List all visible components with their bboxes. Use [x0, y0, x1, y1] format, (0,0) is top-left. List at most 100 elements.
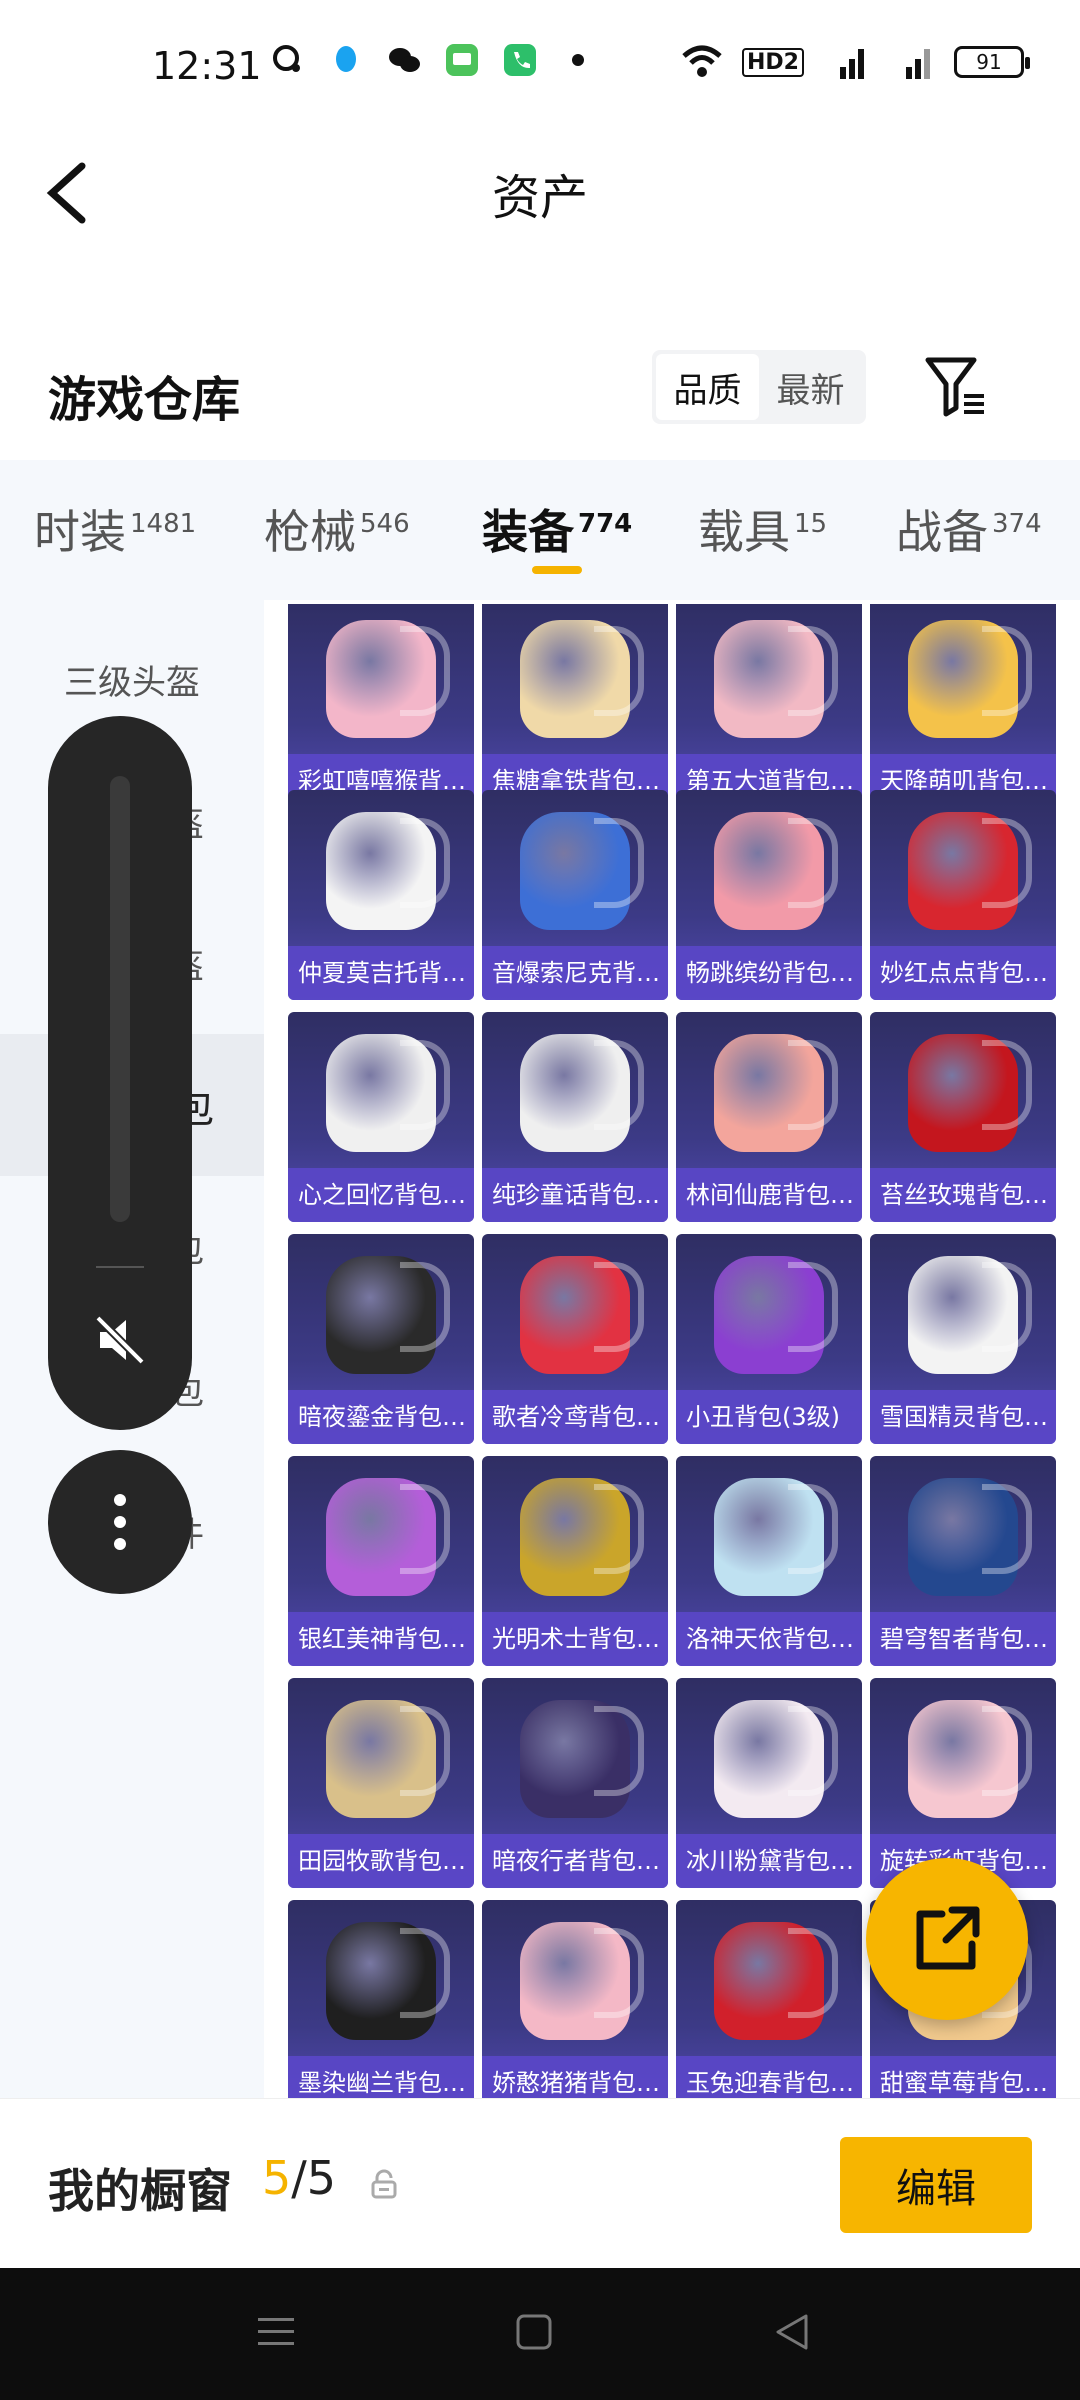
- backpack-item[interactable]: 音爆索尼克背…: [482, 790, 668, 1000]
- item-name: 纯珍童话背包…: [482, 1168, 668, 1222]
- category-tabs: 时装 1481 枪械 546 装备 774 载具 15 战备 374: [0, 460, 1080, 600]
- backpack-item[interactable]: 雪国精灵背包…: [870, 1234, 1056, 1444]
- strap-shape: [594, 818, 644, 908]
- backpack-item[interactable]: 洛神天依背包…: [676, 1456, 862, 1666]
- back-nav-icon[interactable]: [772, 2312, 812, 2352]
- strap-shape: [400, 818, 450, 908]
- strap-shape: [594, 1484, 644, 1574]
- backpack-item[interactable]: 旋转彩虹背包…: [870, 1678, 1056, 1888]
- strap-shape: [400, 1928, 450, 2018]
- mute-icon[interactable]: [90, 1310, 150, 1370]
- strap-shape: [788, 1706, 838, 1796]
- item-name: 冰川粉黛背包…: [676, 1834, 862, 1888]
- qq-icon: [336, 46, 356, 72]
- item-name: 暗夜鎏金背包…: [288, 1390, 474, 1444]
- backpack-item[interactable]: 小丑背包(3级): [676, 1234, 862, 1444]
- message-icon: [446, 44, 478, 76]
- backpack-item[interactable]: 天降萌叽背包…: [870, 604, 1056, 808]
- sort-latest-button[interactable]: 最新: [759, 354, 862, 420]
- strap-shape: [788, 1484, 838, 1574]
- backpack-item[interactable]: 林间仙鹿背包…: [676, 1012, 862, 1222]
- strap-shape: [400, 626, 450, 716]
- tab-count: 374: [992, 508, 1042, 539]
- showcase-count: 5/5: [262, 2151, 336, 2205]
- item-name: 心之回忆背包…: [288, 1168, 474, 1222]
- tab-equipment[interactable]: 装备 774: [482, 496, 632, 562]
- item-name: 暗夜行者背包…: [482, 1834, 668, 1888]
- showcase-separator: /: [291, 2151, 307, 2205]
- tab-supplies[interactable]: 战备 374: [896, 496, 1042, 562]
- item-name: 甜蜜草莓背包…: [870, 2056, 1056, 2098]
- backpack-item[interactable]: 冰川粉黛背包…: [676, 1678, 862, 1888]
- strap-shape: [982, 626, 1032, 716]
- backpack-item[interactable]: 银红美神背包…: [288, 1456, 474, 1666]
- tab-count: 546: [360, 508, 410, 539]
- tab-label: 载具: [698, 505, 790, 559]
- strap-shape: [400, 1706, 450, 1796]
- share-button[interactable]: [866, 1858, 1028, 2020]
- tab-count: 1481: [130, 508, 197, 539]
- backpack-item[interactable]: 彩虹嘻嘻猴背…: [288, 604, 474, 808]
- backpack-item[interactable]: 纯珍童话背包…: [482, 1012, 668, 1222]
- tab-fashion[interactable]: 时装 1481: [34, 496, 196, 562]
- tab-label: 时装: [34, 505, 126, 559]
- backpack-item[interactable]: 焦糖拿铁背包…: [482, 604, 668, 808]
- item-name: 雪国精灵背包…: [870, 1390, 1056, 1444]
- share-icon: [916, 1906, 980, 1970]
- backpack-item[interactable]: 田园牧歌背包…: [288, 1678, 474, 1888]
- tab-guns[interactable]: 枪械 546: [264, 496, 410, 562]
- menu-icon[interactable]: [256, 2312, 296, 2352]
- backpack-item[interactable]: 暗夜行者背包…: [482, 1678, 668, 1888]
- sort-toggle: 品质 最新: [652, 350, 866, 424]
- notification-icons: [270, 42, 596, 78]
- volume-slider[interactable]: [110, 776, 130, 1222]
- backpack-item[interactable]: 仲夏莫吉托背…: [288, 790, 474, 1000]
- filter-icon[interactable]: [922, 354, 988, 420]
- back-arrow-icon[interactable]: [42, 158, 98, 228]
- status-time: 12:31: [152, 44, 262, 88]
- backpack-item[interactable]: 妙红点点背包…: [870, 790, 1056, 1000]
- backpack-item[interactable]: 歌者冷鸢背包…: [482, 1234, 668, 1444]
- backpack-item[interactable]: 娇憨猪猪背包…: [482, 1900, 668, 2098]
- active-tab-indicator: [532, 566, 582, 574]
- item-name: 墨染幽兰背包…: [288, 2056, 474, 2098]
- backpack-item[interactable]: 玉兔迎春背包…: [676, 1900, 862, 2098]
- strap-shape: [788, 1040, 838, 1130]
- home-icon[interactable]: [514, 2312, 554, 2352]
- strap-shape: [982, 1706, 1032, 1796]
- item-name: 苔丝玫瑰背包…: [870, 1168, 1056, 1222]
- page-header: 资产: [0, 130, 1080, 260]
- lock-icon: [371, 2169, 397, 2199]
- more-options-button[interactable]: [48, 1450, 192, 1594]
- edit-button[interactable]: 编辑: [840, 2137, 1032, 2233]
- showcase-total: 5: [306, 2151, 337, 2205]
- backpack-item[interactable]: 第五大道背包…: [676, 604, 862, 808]
- tab-count: 15: [794, 508, 828, 539]
- strap-shape: [400, 1484, 450, 1574]
- item-name: 妙红点点背包…: [870, 946, 1056, 1000]
- item-name: 洛神天依背包…: [676, 1612, 862, 1666]
- item-name: 小丑背包(3级): [676, 1390, 862, 1444]
- system-nav-bar: [0, 2268, 1080, 2400]
- warehouse-row: 游戏仓库 品质 最新: [0, 330, 1080, 450]
- backpack-item[interactable]: 光明术士背包…: [482, 1456, 668, 1666]
- strap-shape: [400, 1040, 450, 1130]
- strap-shape: [788, 818, 838, 908]
- backpack-item[interactable]: 畅跳缤纷背包…: [676, 790, 862, 1000]
- hd-indicator: HD2: [742, 47, 804, 77]
- sort-quality-button[interactable]: 品质: [656, 354, 759, 420]
- item-name: 娇憨猪猪背包…: [482, 2056, 668, 2098]
- status-bar: 12:31 HD2 91: [0, 0, 1080, 130]
- backpack-item[interactable]: 暗夜鎏金背包…: [288, 1234, 474, 1444]
- item-name: 田园牧歌背包…: [288, 1834, 474, 1888]
- backpack-item[interactable]: 墨染幽兰背包…: [288, 1900, 474, 2098]
- strap-shape: [594, 1928, 644, 2018]
- tab-vehicles[interactable]: 载具 15: [698, 496, 827, 562]
- backpack-item[interactable]: 碧穹智者背包…: [870, 1456, 1056, 1666]
- showcase-label: 我的橱窗: [48, 2164, 232, 2218]
- item-name: 林间仙鹿背包…: [676, 1168, 862, 1222]
- backpack-item[interactable]: 苔丝玫瑰背包…: [870, 1012, 1056, 1222]
- divider: [96, 1266, 144, 1268]
- backpack-item[interactable]: 心之回忆背包…: [288, 1012, 474, 1222]
- dot: [114, 1516, 126, 1528]
